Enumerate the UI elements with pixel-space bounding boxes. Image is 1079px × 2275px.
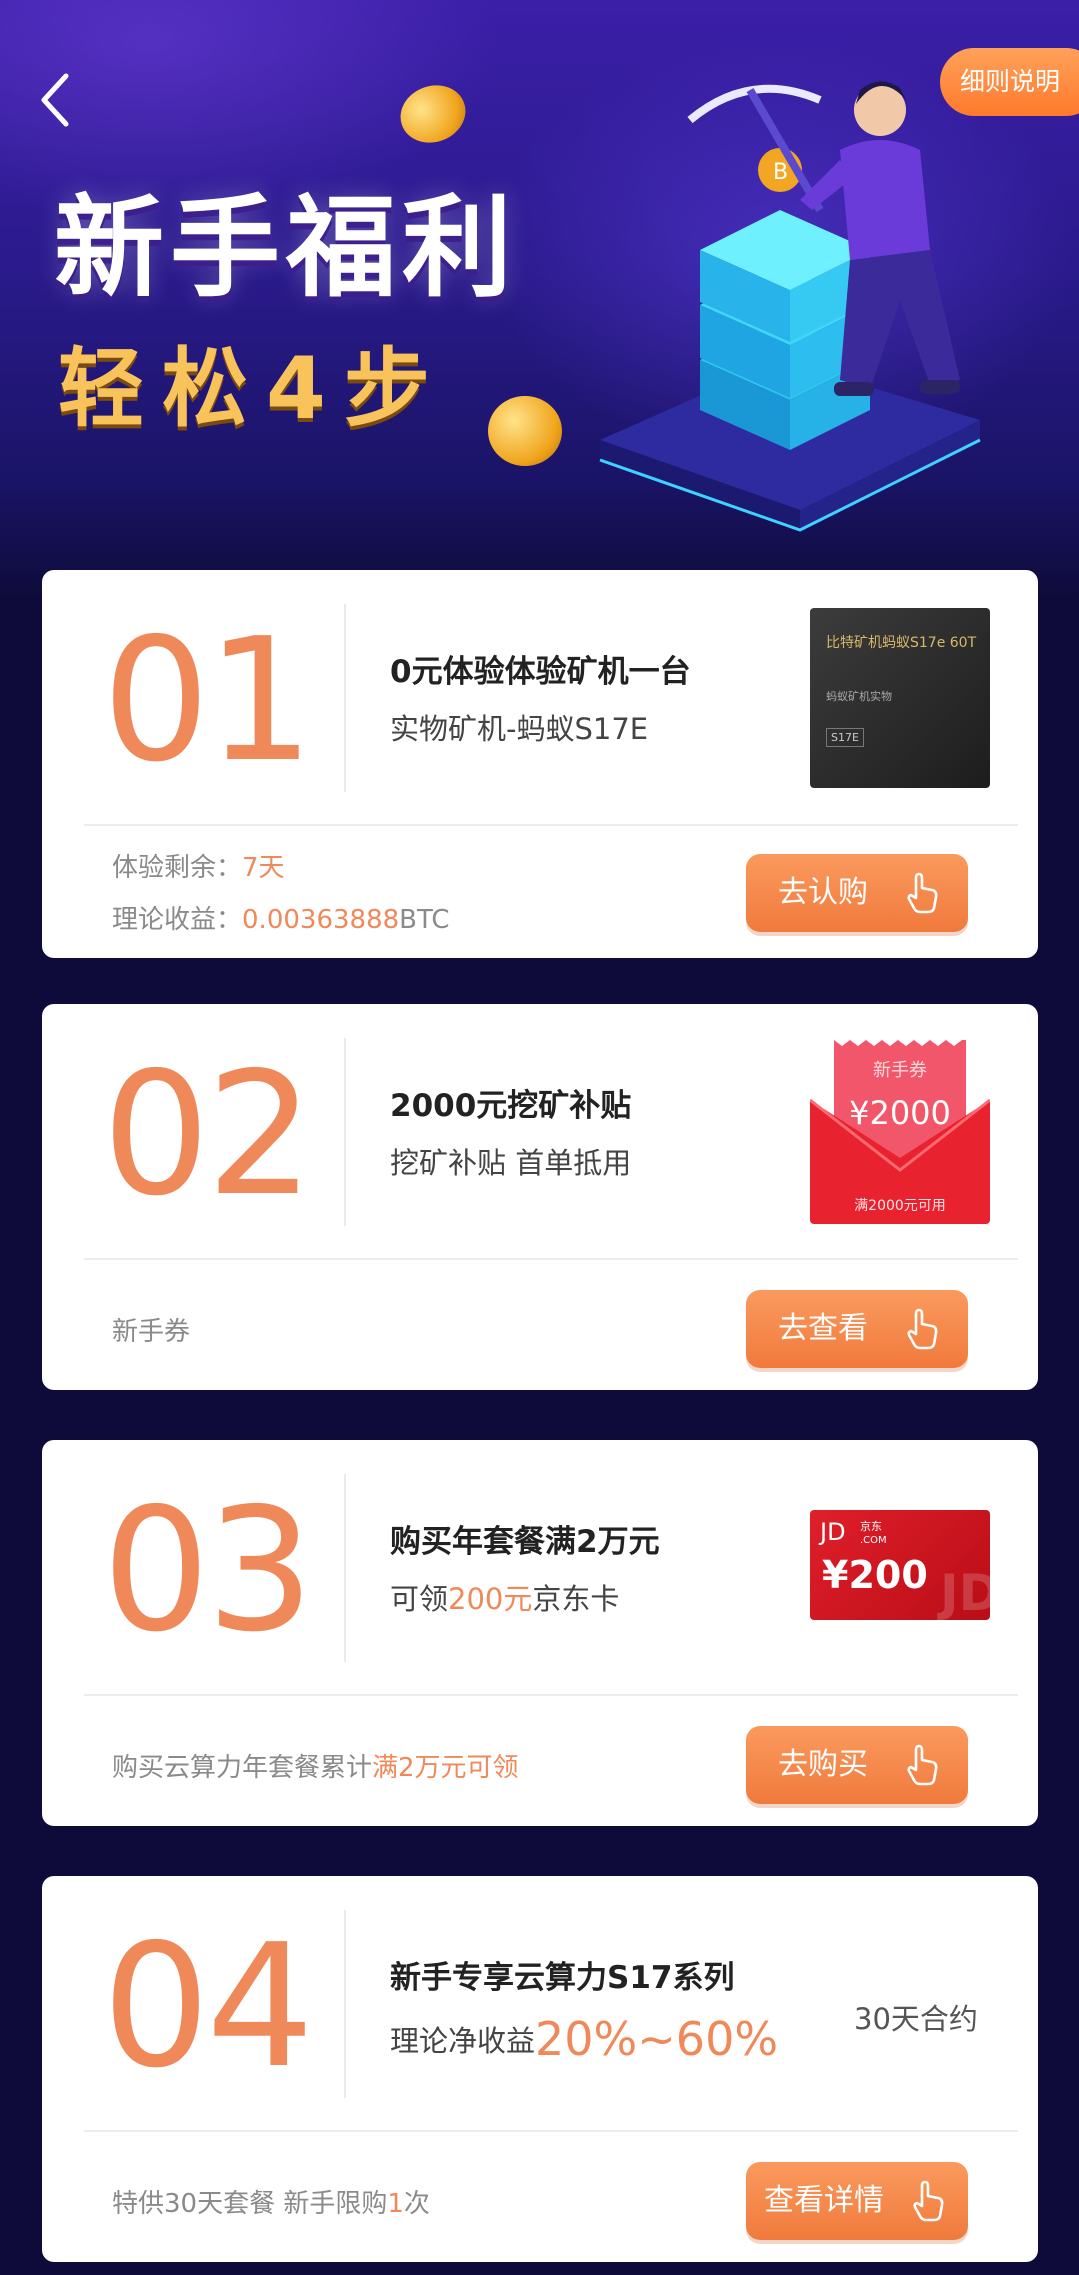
divider xyxy=(84,1694,1018,1696)
hand-pointer-icon xyxy=(913,2180,944,2222)
details-button[interactable]: 查看详情 xyxy=(746,2162,968,2240)
jd-logo-sub: 京东 xyxy=(860,1519,882,1533)
step-number: 04 xyxy=(102,1908,314,2106)
divider xyxy=(84,824,1018,826)
yield-value: 0.00363888 xyxy=(242,905,400,935)
step-number: 02 xyxy=(102,1036,314,1234)
divider xyxy=(84,2130,1018,2132)
subtitle-pre: 可领 xyxy=(390,1582,449,1616)
mining-illustration: B xyxy=(599,81,981,532)
contract-term: 30天合约 xyxy=(854,2002,978,2036)
footer-post: 次 xyxy=(403,2189,430,2219)
cta-label: 去购买 xyxy=(778,1747,868,1782)
remaining-label: 体验剩余： xyxy=(112,853,243,883)
step-number: 03 xyxy=(102,1472,314,1670)
yield-row: 理论收益：0.00363888BTC xyxy=(112,898,450,942)
miner-thumbnail: 比特矿机蚂蚁S17e 60T 蚂蚁矿机实物 S17E xyxy=(810,608,990,788)
yield-label: 理论收益： xyxy=(112,905,243,935)
remaining-row: 体验剩余：7天 xyxy=(112,846,285,890)
coupon-amount: ¥2000 xyxy=(849,1094,951,1132)
buy-button[interactable]: 去购买 xyxy=(746,1726,968,1804)
jd-logo-com: .COM xyxy=(860,1535,887,1546)
step-title: 0元体验体验矿机一台 xyxy=(390,654,691,690)
subtitle-post: 京东卡 xyxy=(532,1582,620,1616)
jd-amount: ¥200 xyxy=(822,1553,928,1597)
divider xyxy=(344,604,346,792)
step-title: 2000元挖矿补贴 xyxy=(390,1088,632,1124)
step-card-2: 02 2000元挖矿补贴 挖矿补贴 首单抵用 新手券 ¥2000 满2000元可… xyxy=(42,1004,1038,1390)
jd-watermark: JD xyxy=(937,1564,990,1620)
coupon-thumbnail: 新手券 ¥2000 满2000元可用 xyxy=(810,1040,990,1224)
svg-text:B: B xyxy=(773,160,788,185)
footer-text: 特供30天套餐 新手限购1次 xyxy=(112,2182,430,2226)
jd-logo: JD xyxy=(818,1518,846,1546)
coupon-tag: 新手券 xyxy=(873,1060,927,1081)
thumb-line-3: S17E xyxy=(826,728,864,747)
step-number: 01 xyxy=(102,602,314,800)
step-card-3: 03 购买年套餐满2万元 可领200元京东卡 JD 京东 .COM ¥200 J… xyxy=(42,1440,1038,1826)
view-button[interactable]: 去查看 xyxy=(746,1290,968,1368)
subscribe-button[interactable]: 去认购 xyxy=(746,854,968,932)
back-button[interactable] xyxy=(36,70,76,130)
step-title: 购买年套餐满2万元 xyxy=(390,1524,660,1560)
hand-pointer-icon xyxy=(907,1308,938,1350)
footer-pre: 购买云算力年套餐累计 xyxy=(112,1753,373,1783)
cta-label: 去认购 xyxy=(778,875,868,910)
jd-card-thumbnail: JD 京东 .COM ¥200 JD xyxy=(810,1510,990,1620)
divider xyxy=(344,1038,346,1226)
step-subtitle: 实物矿机-蚂蚁S17E xyxy=(390,712,649,746)
remaining-value: 7天 xyxy=(242,853,285,883)
step-subtitle: 理论净收益20%~60% xyxy=(390,2012,778,2066)
subtitle-highlight: 200元 xyxy=(448,1582,533,1616)
subtitle-pre: 理论净收益 xyxy=(390,2024,536,2058)
back-arrow-icon xyxy=(41,73,69,127)
bitcoin-coin-icon xyxy=(488,396,562,466)
divider xyxy=(344,1910,346,2098)
cta-label: 查看详情 xyxy=(764,2183,884,2218)
step-subtitle: 挖矿补贴 首单抵用 xyxy=(390,1146,632,1180)
footer-highlight: 1 xyxy=(387,2189,404,2219)
coupon-condition: 满2000元可用 xyxy=(854,1198,946,1214)
footer-text: 购买云算力年套餐累计满2万元可领 xyxy=(112,1746,519,1790)
hand-pointer-icon xyxy=(907,872,938,914)
divider xyxy=(84,1258,1018,1260)
footer-highlight: 满2万元可领 xyxy=(372,1753,519,1783)
step-card-1: 01 0元体验体验矿机一台 实物矿机-蚂蚁S17E 比特矿机蚂蚁S17e 60T… xyxy=(42,570,1038,958)
hero-subtitle: 轻松4步 xyxy=(58,339,448,439)
thumb-line-2: 蚂蚁矿机实物 xyxy=(826,690,892,703)
hero-title: 新手福利 xyxy=(54,184,518,312)
cta-label: 去查看 xyxy=(778,1311,868,1346)
footer-pre: 特供30天套餐 新手限购 xyxy=(112,2189,388,2219)
divider xyxy=(344,1474,346,1662)
step-title: 新手专享云算力S17系列 xyxy=(390,1960,735,1996)
hero-banner: 细则说明 新手福利 轻松4步 B xyxy=(0,0,1079,600)
bitcoin-coin-icon xyxy=(392,76,474,152)
step-subtitle: 可领200元京东卡 xyxy=(390,1576,619,1618)
footer-text: 新手券 xyxy=(112,1317,191,1347)
thumb-line-1: 比特矿机蚂蚁S17e 60T xyxy=(826,635,977,651)
yield-range: 20%~60% xyxy=(535,2012,779,2066)
yield-unit: BTC xyxy=(399,905,450,935)
hand-pointer-icon xyxy=(907,1744,938,1786)
step-card-4: 04 新手专享云算力S17系列 理论净收益20%~60% 30天合约 特供30天… xyxy=(42,1876,1038,2262)
